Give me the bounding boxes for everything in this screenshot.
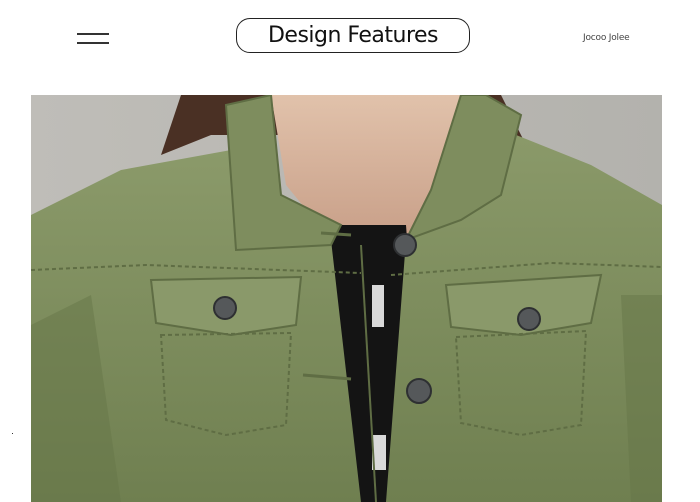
stray-dot <box>12 433 13 434</box>
menu-line-bottom <box>77 42 109 44</box>
hamburger-menu-icon[interactable] <box>77 33 109 44</box>
section-title: Design Features <box>267 23 439 48</box>
jacket-illustration <box>31 95 662 502</box>
section-title-pill: Design Features <box>236 18 470 53</box>
menu-line-top <box>77 33 109 35</box>
brand-name: Jocoo Jolee <box>583 33 630 43</box>
product-photo <box>31 95 662 502</box>
